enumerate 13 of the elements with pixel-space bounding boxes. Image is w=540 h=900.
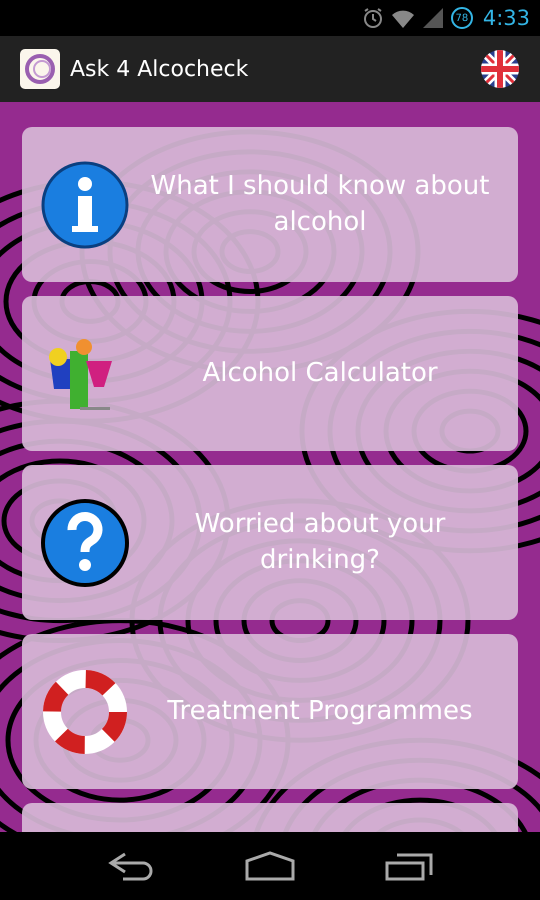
recent-apps-icon[interactable] xyxy=(385,851,435,881)
signal-icon xyxy=(420,6,445,30)
menu-card[interactable]: Worried about your drinking? xyxy=(22,465,518,620)
menu-card[interactable]: What I should know about alcohol xyxy=(22,127,518,282)
help-icon xyxy=(40,498,130,588)
app-logo-icon xyxy=(20,49,60,89)
menu-card[interactable]: Treatment Programmes xyxy=(22,634,518,789)
app-title: Ask 4 Alcocheck xyxy=(70,56,250,82)
home-icon[interactable] xyxy=(245,851,295,881)
menu-card[interactable]: Alcohol Calculator xyxy=(22,296,518,451)
info-icon xyxy=(40,160,130,250)
clock-time: 4:33 xyxy=(482,6,530,30)
battery-level: 78 xyxy=(450,7,473,29)
